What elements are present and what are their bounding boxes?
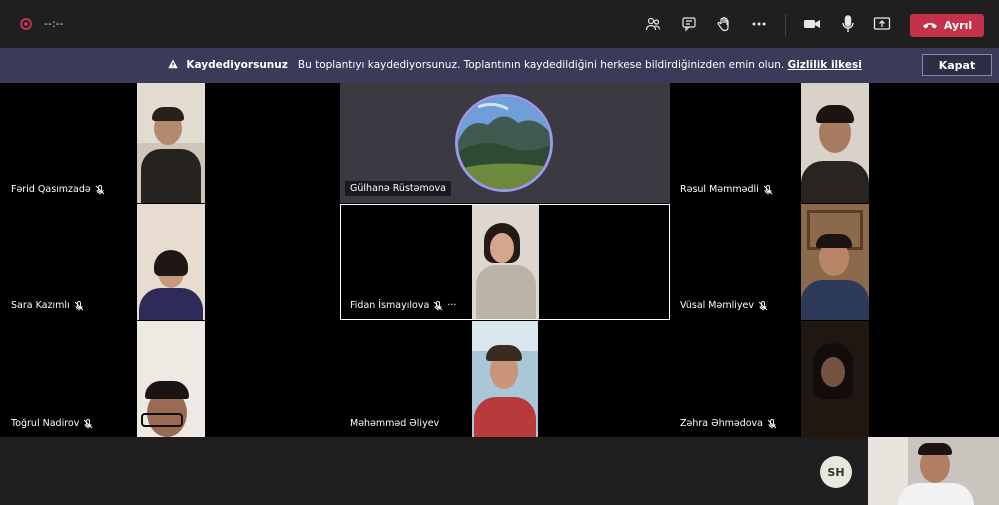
banner-message: Bu toplantıyı kaydediyorsunuz. Toplantın… bbox=[297, 59, 785, 71]
more-icon[interactable] bbox=[749, 14, 769, 34]
mountain-photo-icon bbox=[458, 97, 550, 189]
participant-avatar bbox=[455, 94, 553, 192]
recording-icon bbox=[20, 18, 32, 30]
participant-more-options[interactable]: ··· bbox=[447, 300, 456, 311]
participant-name-row: Vüsal Məmliyev bbox=[680, 300, 768, 311]
participant-name: Sara Kazımlı bbox=[11, 300, 70, 311]
participant-video bbox=[472, 205, 539, 319]
participants-icon[interactable] bbox=[643, 14, 663, 34]
close-banner-button[interactable]: Kapat bbox=[922, 54, 992, 76]
mic-off-icon bbox=[433, 300, 443, 310]
meeting-timer: --:-- bbox=[44, 17, 64, 30]
participant-name-row: Toğrul Nadirov bbox=[11, 418, 93, 429]
participant-name-row: Məhəmməd Əliyev bbox=[350, 418, 439, 429]
leave-label: Ayrıl bbox=[943, 19, 973, 32]
mic-off-icon bbox=[767, 418, 777, 428]
self-video-preview[interactable] bbox=[868, 437, 999, 505]
participant-name: Toğrul Nadirov bbox=[11, 418, 80, 429]
mic-off-icon bbox=[84, 418, 93, 428]
participant-name-row: Fidan İsmayılova ··· bbox=[350, 300, 456, 311]
participant-video bbox=[137, 321, 205, 437]
warning-icon bbox=[168, 59, 178, 69]
participant-name-row: Zəhra Əhmədova bbox=[680, 418, 777, 429]
participant-name-row: Rəsul Məmmədli bbox=[680, 184, 773, 195]
participant-name: Rəsul Məmmədli bbox=[680, 184, 759, 195]
participant-name: Zəhra Əhmədova bbox=[680, 418, 764, 429]
mic-off-icon bbox=[74, 300, 83, 310]
participant-name: Məhəmməd Əliyev bbox=[350, 418, 440, 429]
chat-icon[interactable] bbox=[679, 14, 699, 34]
participant-name-row: Sara Kazımlı bbox=[11, 300, 84, 311]
leave-button[interactable]: Ayrıl bbox=[910, 14, 984, 37]
raise-hand-icon[interactable] bbox=[714, 14, 734, 34]
mic-icon[interactable] bbox=[838, 14, 858, 34]
hangup-icon bbox=[922, 22, 937, 28]
featured-name-chip: Gülhanə Rüstəmova bbox=[345, 181, 451, 196]
participant-video bbox=[801, 321, 869, 437]
banner-text: Kaydediyorsunuz Bu toplantıyı kaydediyor… bbox=[168, 59, 862, 71]
privacy-policy-link[interactable]: Gizlilik ilkesi bbox=[788, 59, 862, 71]
participant-name: Vüsal Məmliyev bbox=[680, 300, 754, 311]
participant-video bbox=[801, 83, 869, 203]
participant-name-row: Fərid Qasımzadə bbox=[11, 184, 105, 195]
camera-icon[interactable] bbox=[802, 14, 822, 34]
participant-video bbox=[137, 83, 205, 203]
banner-title: Kaydediyorsunuz bbox=[186, 59, 288, 71]
overflow-participants-bar bbox=[0, 437, 868, 505]
participant-name: Fərid Qasımzadə bbox=[11, 184, 91, 195]
mic-off-icon bbox=[763, 184, 773, 194]
share-icon[interactable] bbox=[872, 14, 892, 34]
participant-video bbox=[472, 321, 538, 437]
recording-banner: Kaydediyorsunuz Bu toplantıyı kaydediyor… bbox=[0, 48, 999, 83]
participant-video bbox=[801, 204, 869, 320]
top-toolbar: --:-- Ayrıl bbox=[0, 0, 999, 48]
mic-off-icon bbox=[758, 300, 768, 310]
participant-initials-avatar[interactable]: SH bbox=[820, 456, 852, 488]
participant-video bbox=[137, 204, 205, 320]
mic-off-icon bbox=[95, 184, 105, 194]
toolbar-divider bbox=[785, 14, 786, 36]
participant-name: Fidan İsmayılova bbox=[350, 300, 430, 311]
